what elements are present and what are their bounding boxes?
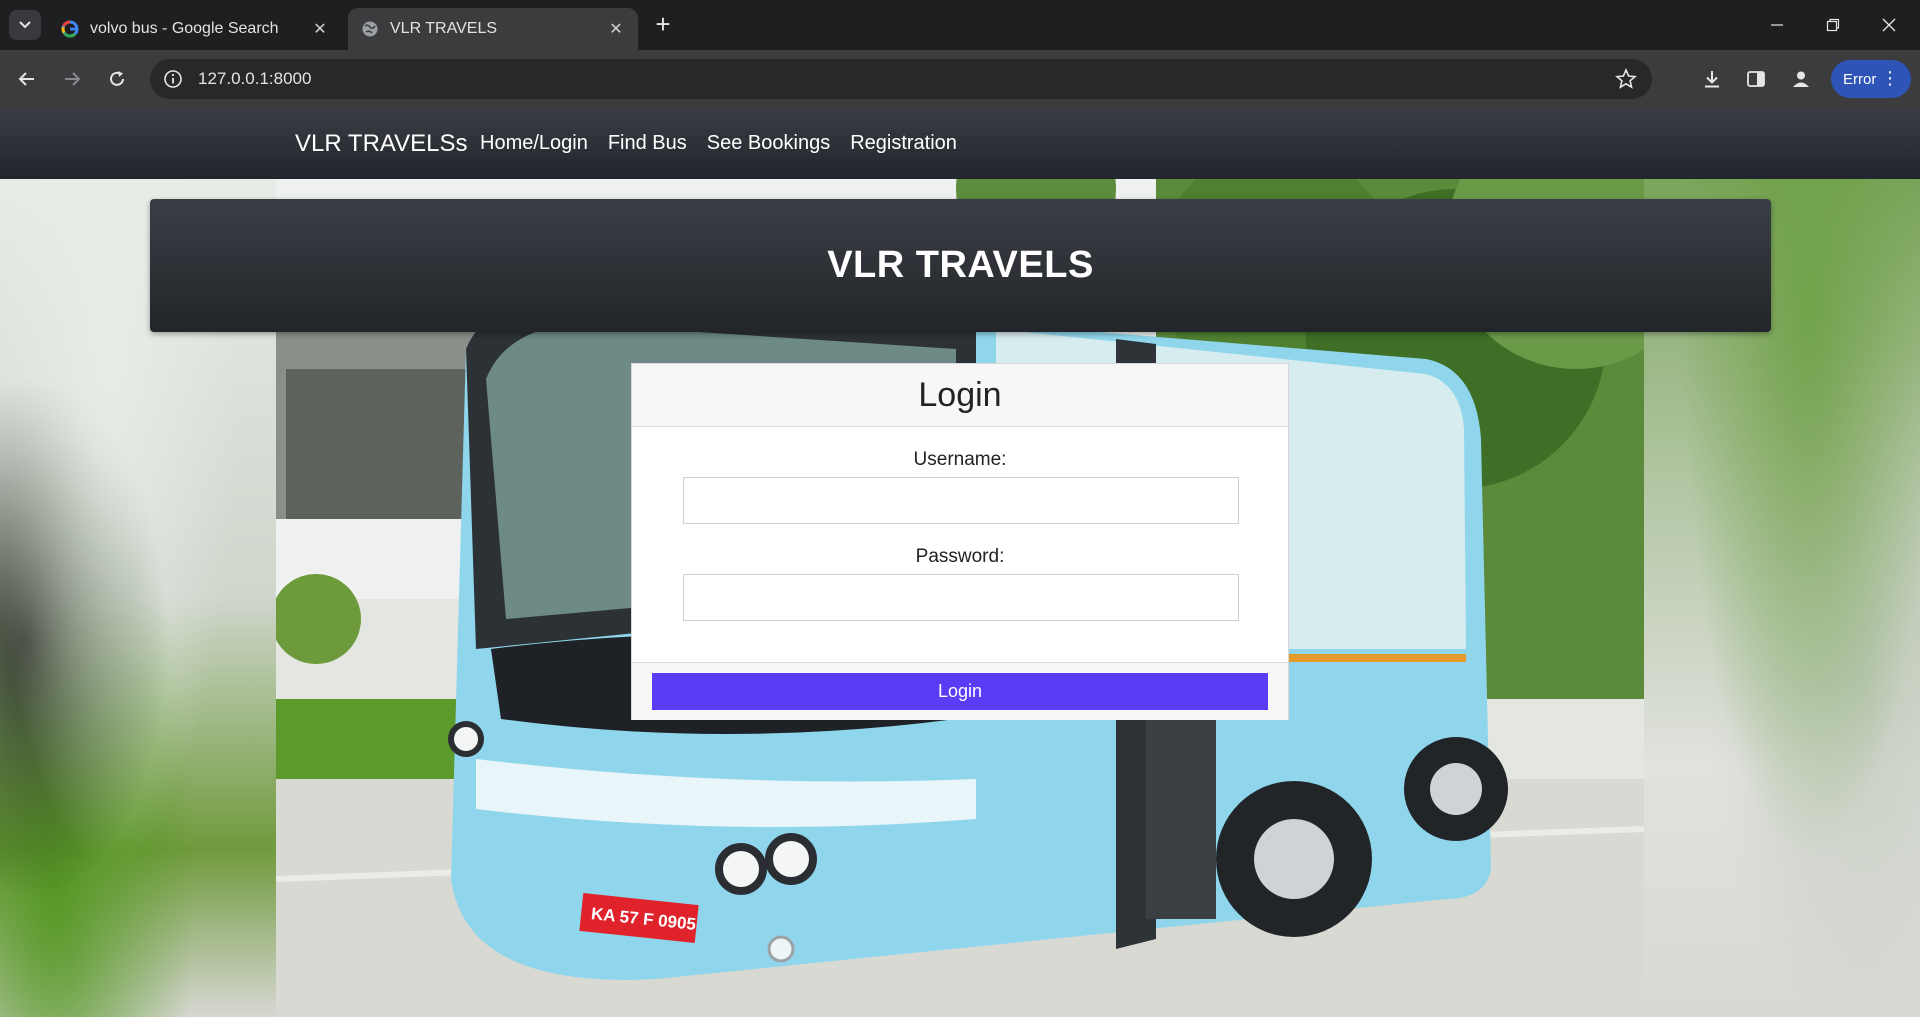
nav-registration[interactable]: Registration xyxy=(850,132,957,155)
login-card-footer: Login xyxy=(632,662,1288,720)
forward-button[interactable] xyxy=(57,64,87,94)
tab-title: VLR TRAVELS xyxy=(390,20,498,37)
arrow-right-icon xyxy=(65,72,81,86)
close-tab-icon[interactable]: ✕ xyxy=(310,19,330,39)
login-title: Login xyxy=(918,375,1002,414)
username-label: Username: xyxy=(913,449,1007,470)
nav-find-bus[interactable]: Find Bus xyxy=(608,132,687,155)
person-icon xyxy=(1793,71,1809,87)
tab-vlr-travels[interactable]: VLR TRAVELS ✕ xyxy=(348,8,638,50)
google-g-icon xyxy=(60,19,80,39)
login-form: Login Username: Password: Login xyxy=(631,363,1289,720)
download-icon xyxy=(1705,71,1719,88)
login-button[interactable]: Login xyxy=(652,673,1268,710)
tab-google-search[interactable]: volvo bus - Google Search ✕ xyxy=(48,8,342,50)
profile-button[interactable] xyxy=(1786,64,1816,94)
bookmark-star-icon[interactable] xyxy=(1614,67,1638,91)
banner-title: VLR TRAVELS xyxy=(827,244,1094,286)
more-options-icon[interactable]: ⋮ xyxy=(1881,68,1899,88)
tab-search-button[interactable] xyxy=(9,10,41,40)
banner-header: VLR TRAVELS xyxy=(150,199,1771,332)
minimize-button[interactable] xyxy=(1754,10,1800,40)
login-card-header: Login xyxy=(632,364,1288,427)
arrow-left-icon xyxy=(18,72,34,86)
side-panel-icon xyxy=(1747,71,1765,87)
restore-button[interactable] xyxy=(1810,10,1856,40)
site-info-icon[interactable] xyxy=(160,66,186,92)
close-icon xyxy=(1882,18,1896,32)
address-url: 127.0.0.1:8000 xyxy=(198,69,312,88)
site-navbar: VLR TRAVELSs Home/Login Find Bus See Boo… xyxy=(0,108,1920,179)
close-window-button[interactable] xyxy=(1866,10,1912,40)
downloads-button[interactable] xyxy=(1697,64,1727,94)
reload-button[interactable] xyxy=(102,64,132,94)
username-input[interactable] xyxy=(683,477,1239,524)
profile-error-button[interactable]: Error ⋮ xyxy=(1831,60,1911,98)
tab-title: volvo bus - Google Search xyxy=(90,20,279,37)
back-button[interactable] xyxy=(12,64,42,94)
address-bar[interactable]: 127.0.0.1:8000 xyxy=(150,59,1652,99)
browser-toolbar: 127.0.0.1:8000 Error ⋮ xyxy=(0,50,1920,108)
tab-strip: volvo bus - Google Search ✕ VLR TRAVELS … xyxy=(0,0,1920,50)
site-brand[interactable]: VLR TRAVELSs xyxy=(295,130,468,158)
nav-home-login[interactable]: Home/Login xyxy=(480,132,588,155)
minimize-icon xyxy=(1771,24,1783,26)
globe-icon xyxy=(360,19,380,39)
restore-icon xyxy=(1826,18,1840,32)
reload-icon xyxy=(110,71,124,86)
nav-see-bookings[interactable]: See Bookings xyxy=(707,132,830,155)
chevron-down-icon xyxy=(19,21,31,29)
site-nav: Home/Login Find Bus See Bookings Registr… xyxy=(480,132,957,155)
password-input[interactable] xyxy=(683,574,1239,621)
page-viewport: VLR TRAVELSs Home/Login Find Bus See Boo… xyxy=(0,108,1920,1017)
profile-error-label: Error xyxy=(1843,70,1877,88)
password-label: Password: xyxy=(915,546,1005,567)
close-tab-icon[interactable]: ✕ xyxy=(606,19,626,39)
new-tab-button[interactable]: + xyxy=(650,11,676,38)
side-panel-button[interactable] xyxy=(1741,64,1771,94)
